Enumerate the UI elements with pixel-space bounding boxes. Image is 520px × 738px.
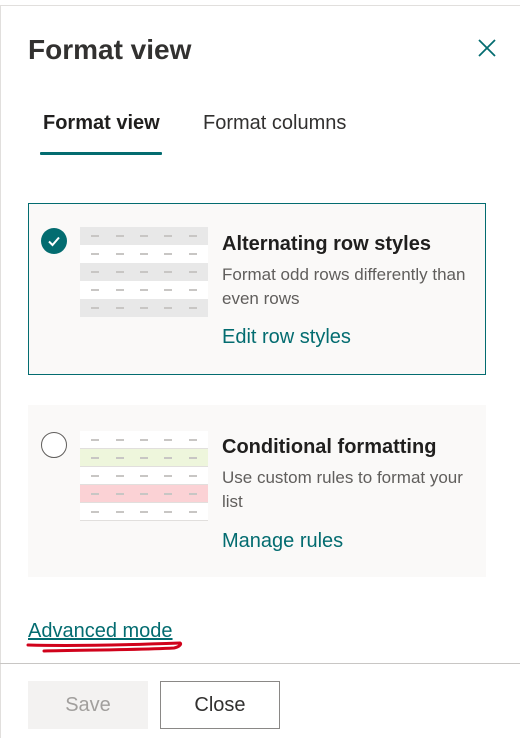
top-border [0, 0, 520, 6]
radio-unselected[interactable] [41, 432, 67, 458]
option-description: Format odd rows differently than even ro… [222, 265, 466, 308]
left-border [0, 5, 1, 738]
option-title: Alternating row styles [222, 233, 431, 255]
tab-format-view[interactable]: Format view [43, 112, 160, 135]
radio-selected[interactable] [41, 228, 67, 254]
option-description: Use custom rules to format your list [222, 468, 463, 511]
conditional-formatting-preview [80, 431, 208, 521]
manage-rules-link[interactable]: Manage rules [222, 530, 343, 553]
option-alternating-row-styles[interactable]: Alternating row styles Format odd rows d… [28, 203, 486, 375]
close-icon[interactable] [472, 33, 502, 63]
edit-row-styles-link[interactable]: Edit row styles [222, 326, 351, 349]
footer-divider [0, 663, 520, 664]
save-button[interactable]: Save [28, 681, 148, 729]
selected-tab-indicator [40, 152, 162, 155]
close-button[interactable]: Close [160, 681, 280, 729]
red-underline-annotation [26, 641, 183, 653]
option-conditional-formatting[interactable]: Conditional formatting Use custom rules … [28, 405, 486, 577]
checkmark-icon [48, 236, 60, 247]
panel-title: Format view [28, 34, 192, 65]
alternating-rows-preview [80, 227, 208, 317]
tab-format-columns[interactable]: Format columns [203, 112, 346, 135]
option-title: Conditional formatting [222, 436, 437, 458]
